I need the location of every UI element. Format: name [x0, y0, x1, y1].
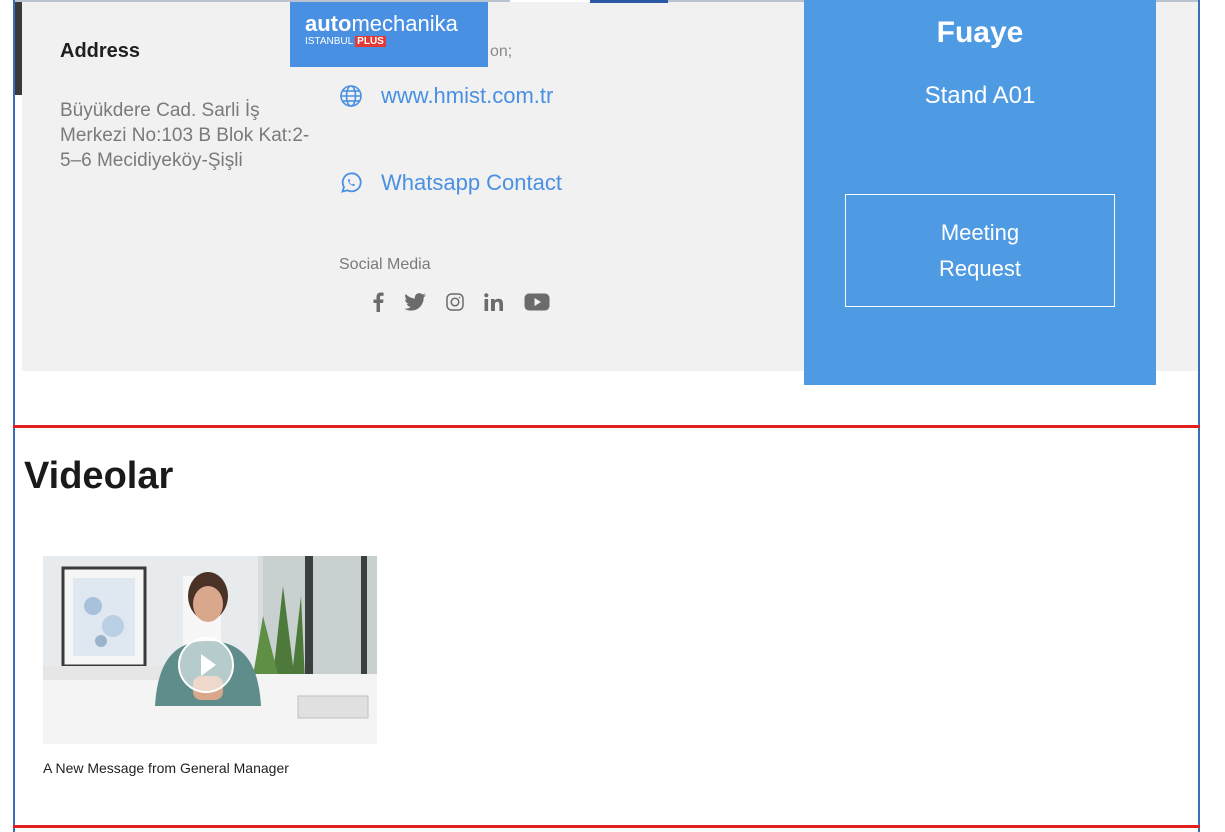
social-icons — [372, 290, 550, 314]
facebook-icon[interactable] — [372, 290, 384, 314]
meeting-request-button[interactable]: Meeting Request — [845, 194, 1115, 307]
whatsapp-link[interactable]: Whatsapp Contact — [339, 170, 562, 196]
videos-section-title: Videolar — [24, 455, 174, 497]
instagram-icon[interactable] — [446, 290, 464, 314]
frame-right-border — [1198, 0, 1200, 832]
play-icon[interactable] — [179, 638, 233, 692]
website-link[interactable]: www.hmist.com.tr — [339, 83, 553, 109]
youtube-icon[interactable] — [524, 290, 550, 314]
section-divider-bottom — [13, 825, 1200, 828]
address-text: Büyükdere Cad. Sarli İş Merkezi No:103 B… — [60, 100, 310, 171]
logo-wordmark: automechanika — [305, 11, 458, 36]
contact-label-partial: on; — [490, 43, 513, 60]
frame-left-border — [13, 0, 15, 832]
stand-number: Stand A01 — [924, 82, 1036, 109]
automechanika-logo[interactable]: automechanika ISTANBUL PLUS — [290, 2, 488, 67]
tab-indicator-inactive — [510, 0, 590, 2]
stand-panel: Fuaye Stand A01 Meeting Request — [804, 0, 1156, 385]
logo-subline: ISTANBUL PLUS — [305, 36, 386, 47]
video-thumbnail[interactable] — [43, 556, 377, 744]
stand-hall-title: Fuaye — [936, 16, 1024, 49]
whatsapp-link-label: Whatsapp Contact — [381, 170, 562, 195]
whatsapp-icon — [339, 171, 363, 195]
globe-icon — [339, 84, 363, 108]
website-link-label: www.hmist.com.tr — [381, 83, 554, 108]
tab-indicator-active — [590, 0, 668, 3]
address-title: Address — [60, 40, 141, 62]
linkedin-icon[interactable] — [484, 290, 504, 314]
section-divider — [13, 425, 1200, 428]
video-caption[interactable]: A New Message from General Manager — [43, 760, 289, 776]
social-media-label: Social Media — [339, 256, 431, 273]
twitter-icon[interactable] — [404, 290, 426, 314]
